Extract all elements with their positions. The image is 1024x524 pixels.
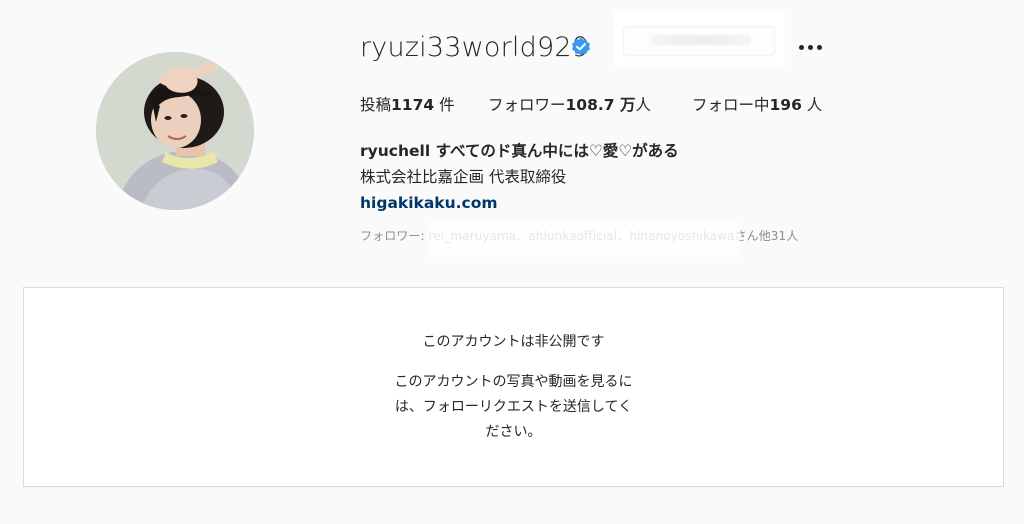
follow-button[interactable]: [613, 11, 785, 67]
bio-title: 株式会社比嘉企画 代表取締役: [360, 168, 567, 186]
stat-posts-unit: 件: [434, 96, 455, 114]
profile-page: ryuzi33world929 投稿1174 件 フォロワー108.7 万人 フ…: [0, 0, 1024, 524]
stat-following-unit: 人: [801, 96, 823, 114]
stat-posts: 投稿1174 件: [360, 94, 488, 116]
stat-following-value: 196: [769, 96, 802, 114]
bio-link[interactable]: higakikaku.com: [360, 192, 498, 214]
avatar-photo: [96, 52, 254, 210]
more-dot: [798, 44, 804, 50]
stat-posts-label: 投稿: [360, 96, 392, 114]
stat-followers-value: 108.7 万: [565, 96, 636, 114]
stat-following[interactable]: フォロー中196 人: [692, 94, 822, 116]
private-description: このアカウントの写真や動画を見るには、フォローリクエストを送信してください。: [394, 374, 633, 440]
username: ryuzi33world929: [360, 32, 590, 63]
stat-following-label: フォロー中: [692, 96, 770, 114]
avatar[interactable]: [96, 52, 254, 210]
private-account-notice: このアカウントは非公開です このアカウントの写真や動画を見るには、フォローリクエ…: [23, 287, 1004, 487]
more-dot: [807, 44, 813, 50]
stat-posts-value: 1174: [391, 96, 435, 114]
bio-name: ryuchell すべてのド真ん中には♡愛♡がある: [360, 142, 679, 160]
stat-followers[interactable]: フォロワー108.7 万人: [488, 94, 692, 116]
private-title: このアカウントは非公開です: [422, 334, 605, 350]
stat-followers-unit: 人: [635, 96, 651, 114]
more-dot: [816, 44, 822, 50]
more-horizontal-icon[interactable]: [794, 35, 826, 59]
verified-check-icon: [572, 37, 590, 56]
profile-stats: 投稿1174 件 フォロワー108.7 万人 フォロー中196 人: [360, 94, 822, 116]
follow-button-label-blur: [651, 35, 751, 45]
followed-by-blur: [427, 222, 740, 257]
stat-followers-label: フォロワー: [488, 96, 566, 114]
